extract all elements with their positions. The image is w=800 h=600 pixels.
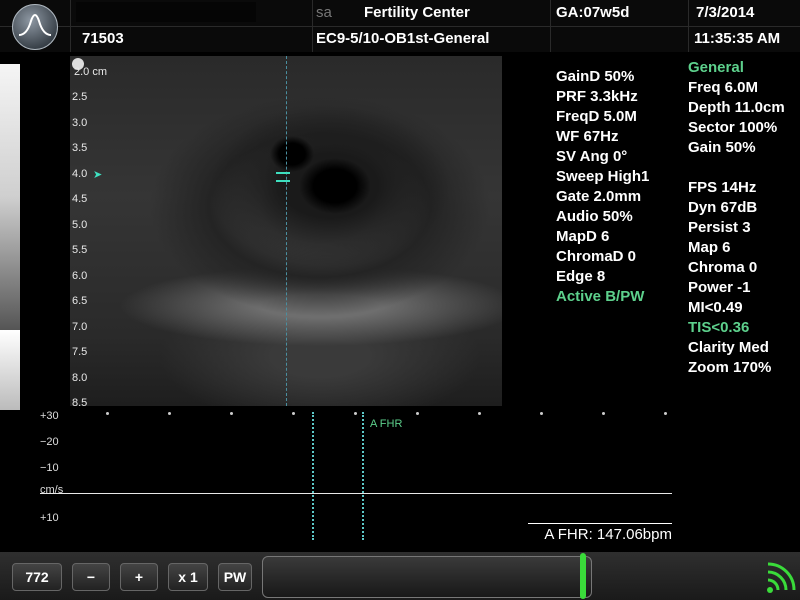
time-tick-dot bbox=[416, 412, 419, 415]
velocity-label: −20 bbox=[40, 436, 59, 448]
doppler-param: PRF 3.3kHz bbox=[556, 88, 638, 105]
image-param: Map 6 bbox=[688, 239, 731, 256]
time-tick-dot bbox=[230, 412, 233, 415]
header-separator bbox=[70, 0, 71, 52]
depth-tick-label: 5.0 bbox=[72, 218, 88, 231]
depth-tick-label: 6.5 bbox=[72, 295, 88, 307]
institution-name: Fertility Center bbox=[364, 4, 470, 21]
header-separator bbox=[688, 0, 689, 52]
preset-label: General bbox=[688, 59, 744, 76]
depth-tick-label: 7.5 bbox=[72, 346, 88, 358]
logo-wave-icon bbox=[18, 14, 52, 36]
header-separator bbox=[550, 0, 551, 52]
depth-tick-label: 6.0 bbox=[72, 269, 88, 282]
image-param: Persist 3 bbox=[688, 219, 751, 236]
image-param: Zoom 170% bbox=[688, 359, 772, 376]
doppler-param: Sweep High1 bbox=[556, 168, 650, 185]
fhr-marker-label: A FHR bbox=[370, 418, 403, 430]
time-tick-dot bbox=[354, 412, 357, 415]
minus-button[interactable]: − bbox=[72, 563, 110, 591]
exam-time: 11:35:35 AM bbox=[694, 30, 781, 47]
depth-tick-label: 8.5 bbox=[72, 397, 88, 409]
velocity-unit-label: cm/s bbox=[40, 484, 64, 496]
speed-button[interactable]: x 1 bbox=[168, 563, 208, 591]
image-param: Clarity Med bbox=[688, 339, 769, 356]
depth-tick-label: 4.0 bbox=[72, 167, 88, 180]
image-param: Gain 50% bbox=[688, 139, 756, 156]
doppler-param: WF 67Hz bbox=[556, 128, 619, 145]
doppler-baseline bbox=[40, 493, 672, 494]
frame-count-button[interactable]: 772 bbox=[12, 563, 62, 591]
image-param: TIS<0.36 bbox=[688, 319, 750, 336]
institution-prefix: sa bbox=[316, 4, 332, 21]
plus-button[interactable]: + bbox=[120, 563, 158, 591]
image-param: Sector 100% bbox=[688, 119, 778, 136]
caliper-line-start[interactable] bbox=[312, 412, 314, 540]
depth-tick-label: 7.0 bbox=[72, 320, 88, 333]
time-tick-dot bbox=[540, 412, 543, 415]
depth-tick-label: 3.5 bbox=[72, 142, 88, 154]
doppler-param: Edge 8 bbox=[556, 268, 606, 285]
time-tick-dot bbox=[602, 412, 605, 415]
time-tick-dot bbox=[292, 412, 295, 415]
grayscale-bar-lower bbox=[0, 330, 20, 410]
doppler-param: Audio 50% bbox=[556, 208, 633, 225]
image-param: MI<0.49 bbox=[688, 299, 743, 316]
gestational-age: GA:07w5d bbox=[556, 4, 630, 21]
patient-name-redacted bbox=[76, 2, 256, 22]
depth-tick-label: 3.0 bbox=[72, 116, 88, 129]
time-tick-dot bbox=[106, 412, 109, 415]
doppler-param: ChromaD 0 bbox=[556, 248, 637, 265]
image-param: Depth 11.0cm bbox=[688, 99, 785, 116]
doppler-param: GainD 50% bbox=[556, 68, 635, 85]
image-param: Freq 6.0M bbox=[688, 79, 759, 96]
header-separator bbox=[312, 0, 313, 52]
patient-id: 71503 bbox=[82, 30, 124, 47]
doppler-param: Active B/PW bbox=[556, 288, 645, 305]
depth-tick-label: 8.0 bbox=[72, 371, 88, 384]
image-param: Power -1 bbox=[688, 279, 751, 296]
depth-tick-label: 4.5 bbox=[72, 193, 88, 205]
image-param: Dyn 67dB bbox=[688, 199, 758, 216]
doppler-param: Gate 2.0mm bbox=[556, 188, 642, 205]
exam-date: 7/3/2014 bbox=[696, 4, 755, 21]
time-tick-dot bbox=[664, 412, 667, 415]
header-divider bbox=[0, 26, 800, 27]
sample-gate-bottom[interactable] bbox=[276, 180, 290, 182]
exam-preset: EC9-5/10-OB1st-General bbox=[316, 30, 490, 47]
velocity-label: −10 bbox=[40, 462, 59, 474]
wifi-signal-icon-svg bbox=[767, 562, 796, 593]
image-param: FPS 14Hz bbox=[688, 179, 757, 196]
doppler-param: SV Ang 0° bbox=[556, 148, 628, 165]
logo-icon bbox=[12, 4, 58, 50]
velocity-label-bottom: +10 bbox=[40, 512, 59, 524]
cine-scrollbar-handle[interactable] bbox=[580, 553, 586, 599]
depth-unit-label: 2.0 cm bbox=[74, 66, 108, 78]
sample-gate-top[interactable] bbox=[276, 172, 290, 174]
doppler-cursor-line[interactable] bbox=[286, 56, 287, 406]
velocity-label-top: +30 bbox=[40, 410, 59, 422]
doppler-param: MapD 6 bbox=[556, 228, 610, 245]
depth-tick-label: 2.5 bbox=[72, 91, 88, 103]
wifi-signal-icon bbox=[766, 560, 796, 594]
depth-tick-label: 5.5 bbox=[72, 244, 88, 256]
pw-mode-button[interactable]: PW bbox=[218, 563, 252, 591]
cine-scrollbar[interactable] bbox=[262, 556, 592, 598]
focus-marker-icon[interactable]: ➤ bbox=[93, 168, 102, 181]
fhr-measurement-readout: A FHR: 147.06bpm bbox=[528, 523, 672, 543]
grayscale-bar bbox=[0, 64, 20, 330]
time-tick-dot bbox=[168, 412, 171, 415]
time-tick-dot bbox=[478, 412, 481, 415]
image-param: Chroma 0 bbox=[688, 259, 758, 276]
caliper-line-end[interactable] bbox=[362, 412, 364, 540]
doppler-param: FreqD 5.0M bbox=[556, 108, 637, 125]
